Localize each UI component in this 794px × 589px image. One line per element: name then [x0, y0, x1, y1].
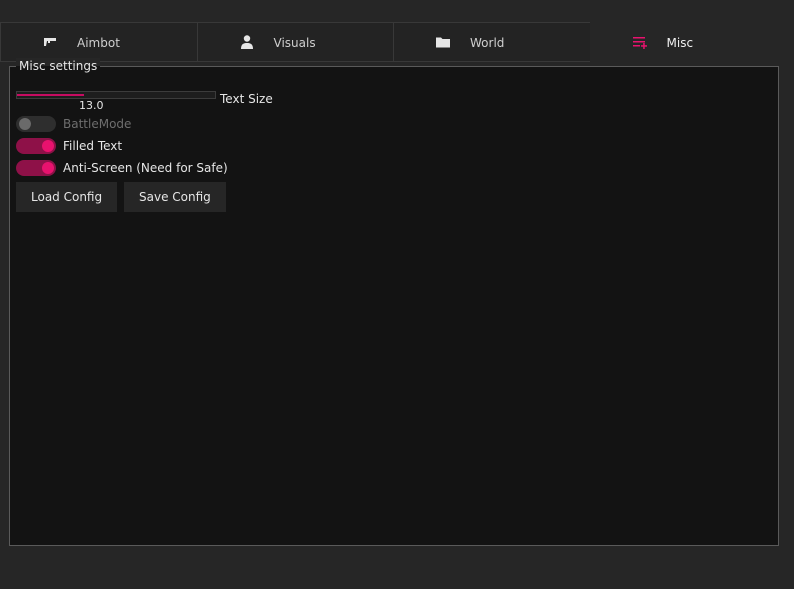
tab-label: Aimbot: [77, 36, 120, 50]
toggle-row-filled-text: Filled Text: [16, 137, 122, 155]
toggle-row-anti-screen: Anti-Screen (Need for Safe): [16, 159, 228, 177]
tab-bar: Aimbot Visuals World Misc: [0, 22, 787, 62]
save-config-button[interactable]: Save Config: [124, 182, 226, 212]
tab-label: World: [470, 36, 505, 50]
toggle-label: BattleMode: [63, 117, 132, 131]
tab-world[interactable]: World: [393, 22, 590, 62]
list-add-icon: [632, 37, 647, 49]
tab-visuals[interactable]: Visuals: [196, 22, 393, 62]
tab-aimbot[interactable]: Aimbot: [0, 22, 197, 62]
tab-label: Visuals: [273, 36, 316, 50]
text-size-slider[interactable]: [16, 91, 216, 99]
slider-fill: [17, 94, 85, 96]
person-icon: [240, 35, 253, 49]
toggle-label: Anti-Screen (Need for Safe): [63, 161, 228, 175]
battlemode-toggle[interactable]: [16, 116, 56, 132]
panel-title: Misc settings: [16, 58, 101, 74]
folder-icon: [436, 37, 450, 48]
load-config-button[interactable]: Load Config: [16, 182, 118, 212]
filled-text-toggle[interactable]: [16, 138, 56, 154]
anti-screen-toggle[interactable]: [16, 160, 56, 176]
misc-settings-panel: Misc settings 13.0 Text Size BattleMode …: [9, 58, 779, 546]
tab-misc[interactable]: Misc: [589, 22, 787, 62]
toggle-knob: [42, 162, 54, 174]
toggle-knob: [42, 140, 54, 152]
pistol-icon: [44, 38, 56, 46]
slider-value: 13.0: [79, 99, 104, 112]
toggle-knob: [19, 118, 31, 130]
slider-label: Text Size: [220, 92, 273, 106]
toggle-row-battlemode: BattleMode: [16, 115, 131, 133]
toggle-label: Filled Text: [63, 139, 123, 153]
tab-label: Misc: [666, 36, 694, 50]
